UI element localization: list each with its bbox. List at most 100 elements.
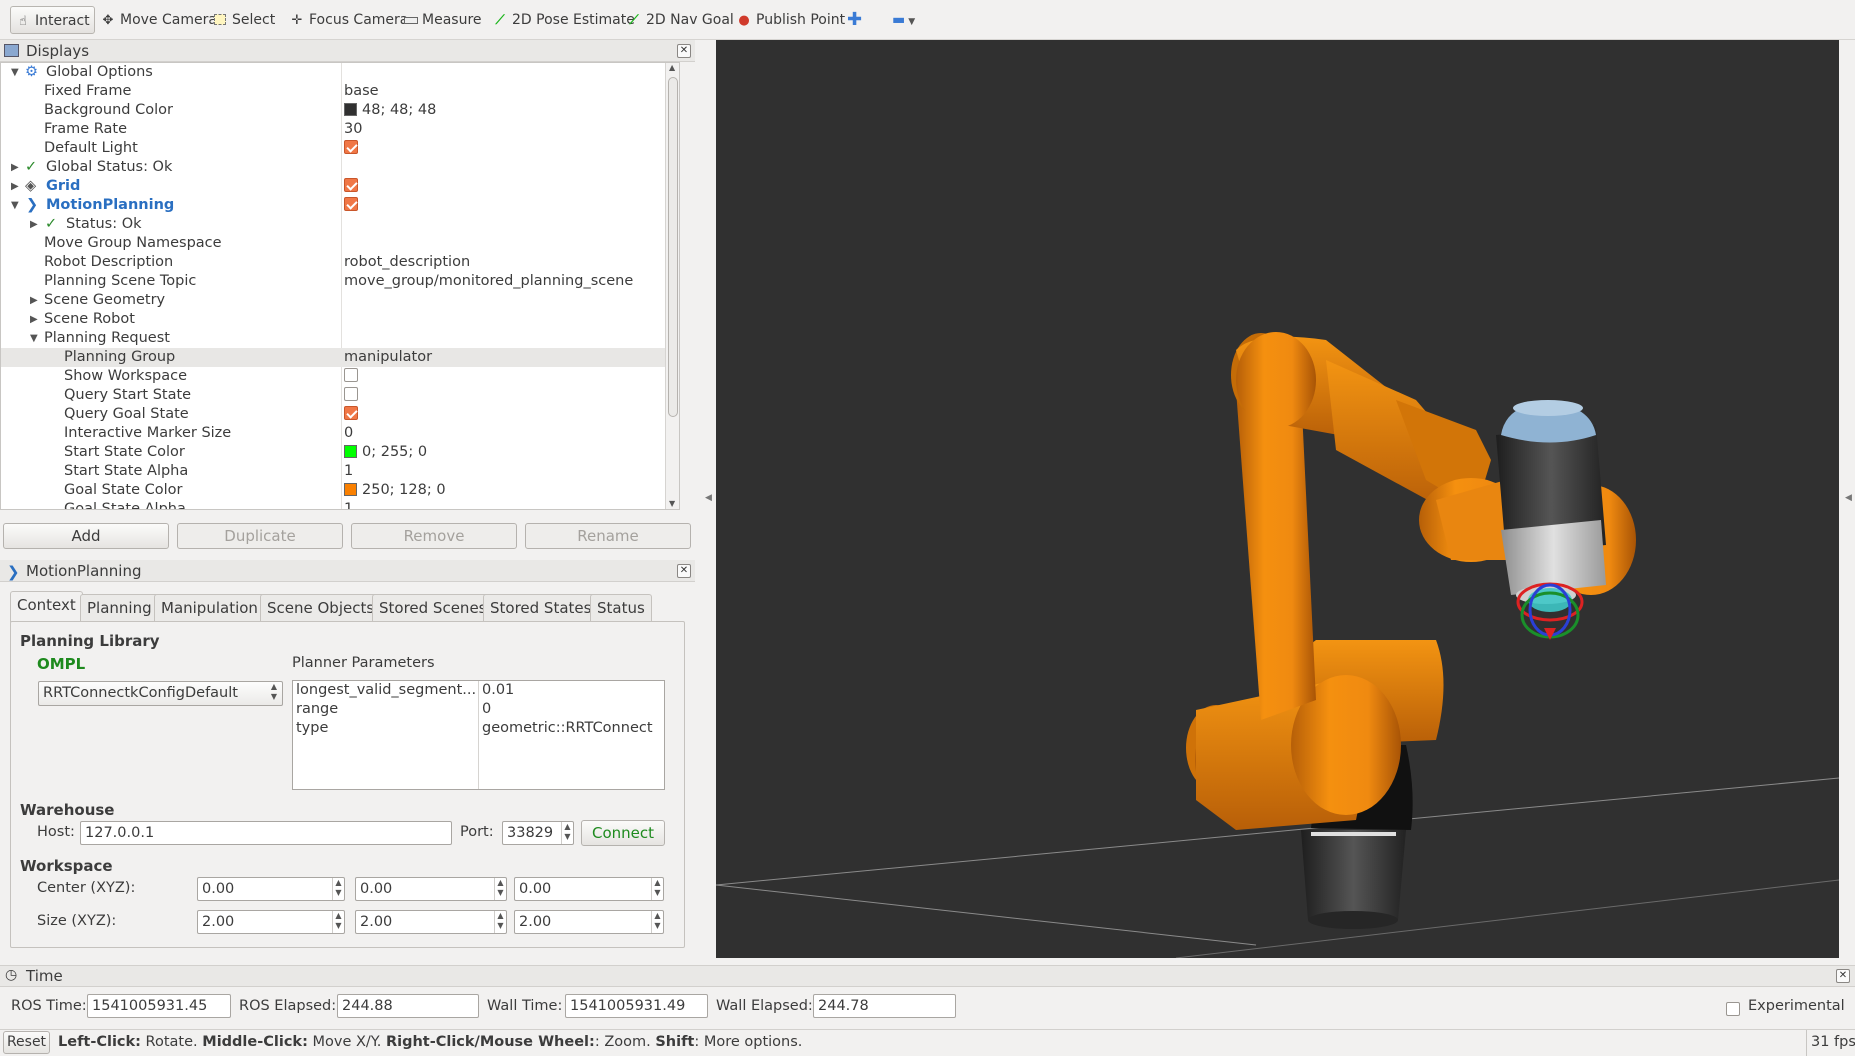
table-row[interactable]: longest_valid_segment... 0.01 xyxy=(293,681,666,700)
close-icon[interactable]: ✕ xyxy=(677,44,691,58)
query-goal-state-checkbox[interactable] xyxy=(344,406,358,420)
duplicate-display-button[interactable]: Duplicate xyxy=(177,523,343,549)
nav-goal-tool-button[interactable]: ⟋ 2D Nav Goal xyxy=(622,6,738,34)
select-tool-button[interactable]: Select xyxy=(210,6,279,34)
motion-planning-checkbox[interactable] xyxy=(344,197,358,211)
measure-tool-button[interactable]: Measure xyxy=(400,6,486,34)
query-start-state-checkbox[interactable] xyxy=(344,387,358,401)
tree-row-frame-rate[interactable]: Frame Rate 30 xyxy=(1,120,679,139)
color-swatch xyxy=(344,444,357,458)
tree-row-motion-planning[interactable]: ▼ ❯ MotionPlanning xyxy=(1,196,679,215)
default-light-checkbox[interactable] xyxy=(344,140,358,154)
render-viewport[interactable] xyxy=(716,40,1839,958)
pose-estimate-tool-button[interactable]: ⟋ 2D Pose Estimate xyxy=(488,6,639,34)
tree-row-grid[interactable]: ▶ ◈ Grid xyxy=(1,177,679,196)
center-x-spinbox[interactable]: 0.00 ▲ ▼ xyxy=(197,877,345,901)
tab-status[interactable]: Status xyxy=(590,594,652,621)
tree-row-start-state-alpha[interactable]: Start State Alpha 1 xyxy=(1,462,679,481)
chevron-down-icon[interactable]: ▼ xyxy=(669,499,675,508)
show-workspace-checkbox[interactable] xyxy=(344,368,358,382)
tree-row-robot-description[interactable]: Robot Description robot_description xyxy=(1,253,679,272)
tree-row-scene-robot[interactable]: ▶ Scene Robot xyxy=(1,310,679,329)
center-z-spinbox[interactable]: 0.00 ▲ ▼ xyxy=(514,877,664,901)
tree-row-global-options[interactable]: ▼ ⚙ Global Options xyxy=(1,63,679,82)
tab-stored-scenes[interactable]: Stored Scenes xyxy=(372,594,494,621)
tree-row-fixed-frame[interactable]: Fixed Frame base xyxy=(1,82,679,101)
chevron-down-icon[interactable]: ▼ xyxy=(11,196,19,215)
clock-icon: ◷ xyxy=(5,967,18,983)
main-toolbar: ☝ Interact ✥ Move Camera Select ✛ Focus Cam… xyxy=(0,0,1855,40)
remove-display-button[interactable]: Remove xyxy=(351,523,517,549)
focus-camera-tool-button[interactable]: ✛ Focus Camera xyxy=(285,6,412,34)
tree-row-global-status[interactable]: ▶ ✓ Global Status: Ok xyxy=(1,158,679,177)
wall-elapsed-label: Wall Elapsed: xyxy=(716,998,813,1014)
tree-row-query-goal-state[interactable]: Query Goal State xyxy=(1,405,679,424)
chevron-right-icon[interactable]: ▶ xyxy=(30,215,38,234)
tree-row-background-color[interactable]: Background Color 48; 48; 48 xyxy=(1,101,679,120)
tree-row-query-start-state[interactable]: Query Start State xyxy=(1,386,679,405)
fixed-frame-value[interactable]: base xyxy=(344,82,379,101)
ros-elapsed-field[interactable]: 244.88 xyxy=(337,994,479,1018)
chevron-down-icon[interactable]: ▼ xyxy=(30,329,38,348)
add-tool-button[interactable]: ✚ xyxy=(843,6,866,34)
tab-scene-objects[interactable]: Scene Objects xyxy=(260,594,382,621)
tree-row-planning-request[interactable]: ▼ Planning Request xyxy=(1,329,679,348)
splitter-handle[interactable]: ◀ xyxy=(705,493,712,503)
chevron-right-icon[interactable]: ▶ xyxy=(11,177,19,196)
check-icon: ✓ xyxy=(25,159,38,175)
remove-tool-menu-button[interactable]: ▬ ▼ xyxy=(888,6,919,34)
wall-elapsed-field[interactable]: 244.78 xyxy=(813,994,956,1018)
close-icon[interactable]: ✕ xyxy=(1836,969,1850,983)
publish-point-tool-button[interactable]: ● Publish Point xyxy=(732,6,849,34)
chevron-right-icon[interactable]: ▶ xyxy=(30,291,38,310)
tree-row-start-state-color[interactable]: Start State Color 0; 255; 0 xyxy=(1,443,679,462)
tab-context[interactable]: Context xyxy=(10,591,83,622)
tree-row-move-group-namespace[interactable]: Move Group Namespace xyxy=(1,234,679,253)
connect-button[interactable]: Connect xyxy=(581,820,665,846)
grid-checkbox[interactable] xyxy=(344,178,358,192)
wall-time-field[interactable]: 1541005931.49 xyxy=(565,994,708,1018)
close-icon[interactable]: ✕ xyxy=(677,564,691,578)
chevron-down-icon[interactable]: ▼ xyxy=(11,63,19,82)
chevron-right-icon[interactable]: ▶ xyxy=(30,310,38,329)
interact-tool-button[interactable]: ☝ Interact xyxy=(10,6,95,34)
displays-scrollbar[interactable]: ▲ ▼ xyxy=(665,63,679,509)
tree-row-scene-geometry[interactable]: ▶ Scene Geometry xyxy=(1,291,679,310)
planner-select[interactable]: RRTConnectkConfigDefault ▲ ▼ xyxy=(38,681,283,706)
robot-base-foot xyxy=(1308,911,1398,929)
splitter-handle[interactable]: ◀ xyxy=(1845,493,1852,503)
size-z-spinbox[interactable]: 2.00 ▲ ▼ xyxy=(514,910,664,934)
center-label: Center (XYZ): xyxy=(37,880,136,896)
tree-row-default-light[interactable]: Default Light xyxy=(1,139,679,158)
experimental-checkbox[interactable] xyxy=(1726,1001,1740,1016)
spinner-arrows-icon[interactable]: ▲ ▼ xyxy=(561,822,573,844)
status-help-text: Left-Click: Rotate. Middle-Click: Move X… xyxy=(58,1034,803,1050)
tab-planning[interactable]: Planning xyxy=(80,594,159,621)
tree-row-status-ok[interactable]: ▶ ✓ Status: Ok xyxy=(1,215,679,234)
size-x-spinbox[interactable]: 2.00 ▲ ▼ xyxy=(197,910,345,934)
status-bar: Reset Left-Click: Rotate. Middle-Click: … xyxy=(0,1029,1855,1056)
tree-row-goal-state-color[interactable]: Goal State Color 250; 128; 0 xyxy=(1,481,679,500)
host-input[interactable]: 127.0.0.1 xyxy=(80,821,452,845)
tree-row-goal-state-alpha[interactable]: Goal State Alpha 1 xyxy=(1,500,679,509)
chevron-right-icon[interactable]: ▶ xyxy=(11,158,19,177)
tree-row-interactive-marker-size[interactable]: Interactive Marker Size 0 xyxy=(1,424,679,443)
table-row[interactable]: type geometric::RRTConnect xyxy=(293,719,666,738)
center-y-spinbox[interactable]: 0.00 ▲ ▼ xyxy=(355,877,507,901)
size-y-spinbox[interactable]: 2.00 ▲ ▼ xyxy=(355,910,507,934)
chevron-up-icon[interactable]: ▲ xyxy=(669,63,675,72)
tree-row-planning-scene-topic[interactable]: Planning Scene Topic move_group/monitore… xyxy=(1,272,679,291)
port-spinbox[interactable]: 33829 ▲ ▼ xyxy=(502,821,574,845)
reset-button[interactable]: Reset xyxy=(3,1031,50,1054)
move-camera-tool-button[interactable]: ✥ Move Camera xyxy=(96,6,221,34)
displays-tree: ▼ ⚙ Global Options Fixed Frame base Back… xyxy=(0,62,680,510)
tab-manipulation[interactable]: Manipulation xyxy=(154,594,265,621)
ros-time-field[interactable]: 1541005931.45 xyxy=(87,994,231,1018)
scrollbar-thumb[interactable] xyxy=(668,77,678,417)
tree-row-show-workspace[interactable]: Show Workspace xyxy=(1,367,679,386)
table-row[interactable]: range 0 xyxy=(293,700,666,719)
add-display-button[interactable]: Add xyxy=(3,523,169,549)
rename-display-button[interactable]: Rename xyxy=(525,523,691,549)
tab-stored-states[interactable]: Stored States xyxy=(483,594,599,621)
tree-row-planning-group[interactable]: Planning Group manipulator xyxy=(1,348,679,367)
